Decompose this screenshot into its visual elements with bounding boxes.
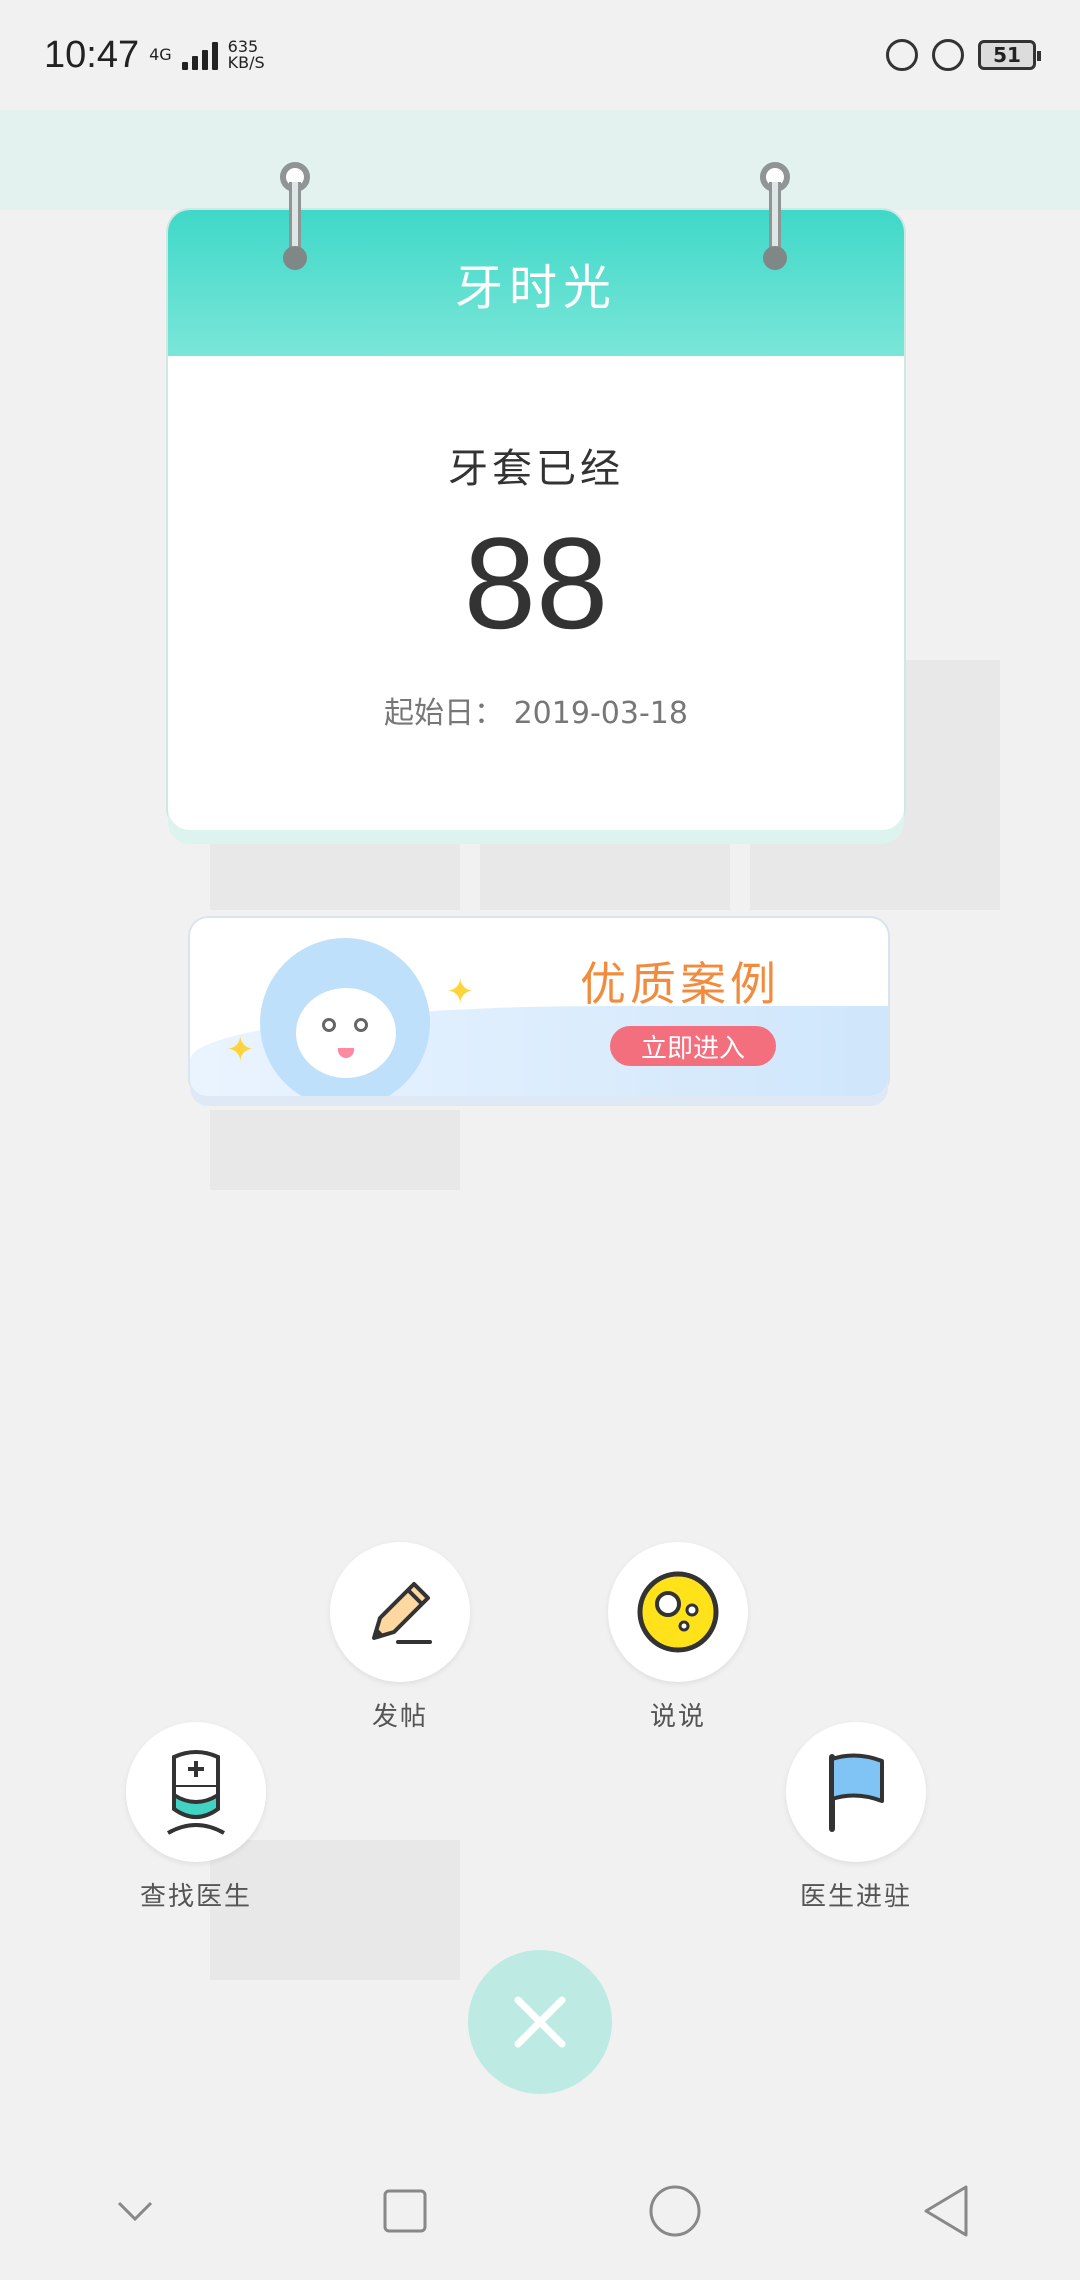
calendar-subtitle: 牙套已经	[448, 446, 624, 492]
signal-icon	[181, 40, 218, 70]
find-doctor-action[interactable]: 查找医生	[126, 1722, 266, 1913]
dimmed-content	[480, 840, 730, 910]
banner-title: 优质案例	[580, 957, 780, 1011]
calendar-day-count: 88	[463, 510, 609, 656]
network-type: 4G	[149, 45, 172, 64]
calendar-ring-right	[760, 162, 790, 280]
battery-icon: 51	[978, 40, 1041, 70]
talk-label: 说说	[649, 1702, 706, 1732]
start-date-label: 起始日：	[384, 696, 505, 731]
chevron-down-icon	[117, 2201, 153, 2222]
doctor-join-action[interactable]: 医生进驻	[786, 1722, 926, 1913]
quality-cases-banner[interactable]: ✦ ✦ 优质案例 立即进入	[190, 918, 888, 1096]
flag-icon	[829, 1753, 884, 1832]
bubble-icon	[637, 1571, 719, 1653]
find-doctor-button[interactable]	[126, 1722, 266, 1862]
circle-icon	[649, 2185, 701, 2237]
doctor-icon	[167, 1750, 225, 1835]
enter-now-button[interactable]: 立即进入	[610, 1026, 776, 1066]
dimmed-content	[210, 840, 460, 910]
nav-hide-button[interactable]	[95, 2171, 175, 2251]
network-speed: 635 KB/S	[228, 39, 265, 71]
talk-button[interactable]	[608, 1542, 748, 1682]
calendar-title: 牙时光	[168, 210, 904, 356]
back-triangle-icon	[924, 2185, 968, 2237]
status-left: 10:47 4G 635 KB/S	[44, 34, 265, 77]
square-icon	[383, 2189, 427, 2233]
calendar-start-date: 起始日： 2019-03-18	[168, 688, 904, 732]
alarm-icon	[932, 39, 964, 71]
status-bar: 10:47 4G 635 KB/S 51	[0, 0, 1080, 110]
post-action[interactable]: 发帖	[330, 1542, 470, 1733]
find-doctor-label: 查找医生	[139, 1882, 252, 1912]
status-right: 51	[886, 39, 1041, 71]
lock-rotation-icon	[886, 39, 918, 71]
nav-home-button[interactable]	[635, 2171, 715, 2251]
nav-recents-button[interactable]	[365, 2171, 445, 2251]
nav-back-button[interactable]	[905, 2171, 985, 2251]
pencil-icon	[372, 1582, 432, 1644]
close-menu-button[interactable]	[468, 1950, 612, 2094]
network-speed-unit: KB/S	[227, 53, 265, 72]
cat-mascot-icon	[260, 938, 430, 1096]
start-date-value: 2019-03-18	[513, 696, 688, 731]
close-icon	[514, 1996, 566, 2048]
talk-action[interactable]: 说说	[608, 1542, 748, 1733]
post-label: 发帖	[371, 1702, 428, 1732]
dimmed-header	[0, 110, 1080, 210]
status-time: 10:47	[44, 33, 140, 76]
doctor-join-button[interactable]	[786, 1722, 926, 1862]
doctor-join-label: 医生进驻	[799, 1882, 912, 1912]
days-calendar-card[interactable]: 牙时光 牙套已经 88 起始日： 2019-03-18	[168, 162, 904, 830]
dimmed-content	[210, 1110, 460, 1190]
calendar-ring-left	[280, 162, 310, 280]
sparkle-icon: ✦	[446, 972, 475, 1012]
sparkle-icon: ✦	[226, 1030, 255, 1070]
calendar-body: 牙套已经 88 起始日： 2019-03-18	[168, 436, 904, 732]
battery-level: 51	[993, 43, 1021, 67]
post-button[interactable]	[330, 1542, 470, 1682]
system-nav-bar	[0, 2142, 1080, 2280]
